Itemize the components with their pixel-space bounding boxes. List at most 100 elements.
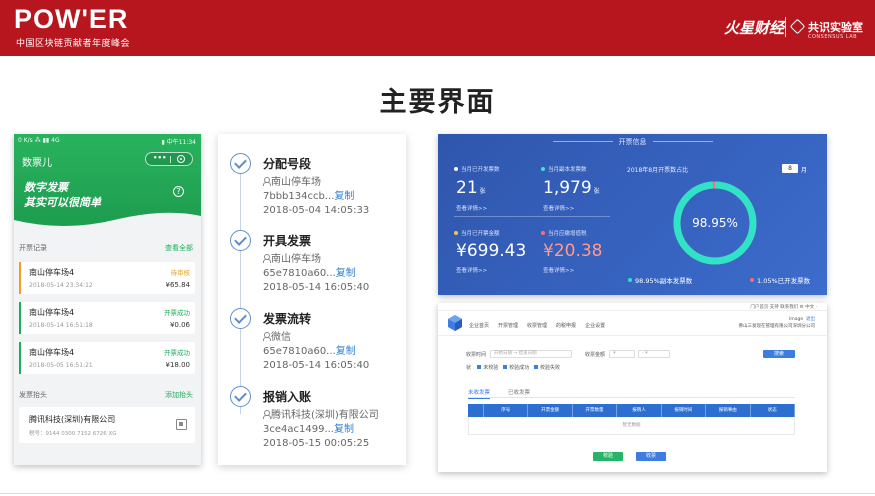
invoice-dashboard: 开票信息 当月已开发票数 21 张 查看详情>> 当月副本发票数 1,979 张 查… xyxy=(438,134,827,295)
amount-max-input[interactable]: - ¥ xyxy=(638,350,670,358)
column-header: 状态 xyxy=(751,404,795,417)
invoice-name: 南山停车场4 xyxy=(29,348,75,357)
check-label: 校验失败 xyxy=(539,365,560,371)
slogan-line1: 数字发票 xyxy=(24,181,68,194)
check-circle-icon xyxy=(230,153,251,174)
amount-min-input[interactable]: ¥ xyxy=(609,350,635,358)
stat-value: ¥699.43 xyxy=(456,241,527,261)
checkbox-icon[interactable] xyxy=(533,365,538,369)
help-icon[interactable]: ? xyxy=(173,186,184,197)
timeline-hash: 65e7810a60... xyxy=(263,346,336,357)
brand-subtitle: 中国区块链贡献者年度峰会 xyxy=(16,39,131,49)
checkbox-icon[interactable] xyxy=(477,365,482,369)
nav-item[interactable]: 开票管理 xyxy=(498,323,518,329)
nav-item[interactable]: 的税申报 xyxy=(556,323,576,329)
date-range-input[interactable]: 开始日期 → 结束日期 xyxy=(490,350,572,358)
qr-code-icon[interactable] xyxy=(176,419,187,430)
nav-item[interactable]: 企业设置 xyxy=(585,323,605,329)
column-header: 报销人 xyxy=(617,404,662,417)
view-details-link[interactable]: 查看详情>> xyxy=(543,204,574,212)
filter-status: 状 未校验 校验成功 校验失败 xyxy=(466,364,560,371)
copy-link[interactable]: 复制 xyxy=(334,424,354,435)
top-links[interactable]: 门户首页 支持 联系我们 ⚙ 中文 · xyxy=(750,304,817,310)
status-bar-accent xyxy=(19,342,21,374)
select-all-checkbox[interactable] xyxy=(468,404,484,417)
invoice-card[interactable]: 南山停车场4 2018-05-05 16:51:21 开票成功 ¥18.00 xyxy=(19,342,195,374)
invoice-time: 2018-05-14 16:51:18 xyxy=(29,322,93,329)
legend-item: 98.95%副本发票数 xyxy=(628,275,692,285)
status-bar-accent xyxy=(19,302,21,334)
tab-received[interactable]: 已收发票 xyxy=(508,390,530,396)
timeline-time: 2018-05-04 14:05:33 xyxy=(263,205,370,216)
phone-screenshot: 0 K/s ⁂ ▮▮ 4G ▮ 中午11:34 数票儿 ••• 数字发票 其实可… xyxy=(14,134,201,465)
partner-divider xyxy=(785,17,786,37)
legend-item: 1.05%已开发票数 xyxy=(750,275,810,285)
legend-dot-a xyxy=(628,278,632,282)
user-name: Image xyxy=(789,317,804,322)
records-title: 开票记录 xyxy=(19,244,47,252)
invoice-timeline: 分配号段 南山停车场 7bbb134ccb...复制 2018-05-04 14… xyxy=(218,134,406,465)
slogan-line2: 其实可以很简单 xyxy=(24,196,101,209)
invoice-card[interactable]: 南山停车场4 2018-05-14 23:34:12 待审核 ¥65.84 xyxy=(19,262,195,294)
nav-item[interactable]: 收票管理 xyxy=(527,323,547,329)
invoice-amount: ¥65.84 xyxy=(165,281,191,289)
partner-logo-consensus: 共识实验室 xyxy=(789,18,863,35)
titles-title: 发票抬头 xyxy=(19,391,47,399)
invoice-card[interactable]: 南山停车场4 2018-05-14 16:51:18 开票成功 ¥0.06 xyxy=(19,302,195,334)
filter-time-label: 收票时间 xyxy=(466,352,487,358)
status-bar: 0 K/s ⁂ ▮▮ 4G ▮ 中午11:34 xyxy=(14,134,201,148)
copy-link[interactable]: 复制 xyxy=(334,191,354,202)
check-label: 校验成功 xyxy=(509,365,530,371)
stat-dot xyxy=(541,167,545,171)
timeline-meta: 南山停车场 65e7810a60...复制 2018-05-14 16:05:4… xyxy=(263,253,369,295)
stat-label: 当月应缴增值税 xyxy=(541,229,587,237)
partner-b-subtitle: CONSENSUS LAB xyxy=(808,34,858,40)
stat-dot xyxy=(541,231,545,235)
copy-link[interactable]: 复制 xyxy=(336,268,356,279)
hexagon-icon xyxy=(789,18,806,35)
date-arrow: → xyxy=(513,351,518,356)
check-circle-icon xyxy=(230,230,251,251)
column-header: 报销时间 xyxy=(662,404,707,417)
page-title: 主要界面 xyxy=(379,87,496,118)
invoice-amount: ¥18.00 xyxy=(165,361,191,369)
view-details-link[interactable]: 查看详情>> xyxy=(543,266,574,274)
close-target-icon[interactable] xyxy=(177,155,185,163)
checkbox-icon[interactable] xyxy=(503,365,508,369)
miniapp-capsule[interactable]: ••• xyxy=(145,152,193,166)
logout-link[interactable]: 退出 xyxy=(806,317,815,322)
invoice-name: 南山停车场4 xyxy=(29,268,75,277)
add-title-link[interactable]: 添加抬头 xyxy=(165,390,193,400)
timeline-who: 南山停车场 xyxy=(271,177,321,188)
stat-label: 当月已开票金额 xyxy=(454,229,500,237)
table-empty: 暂无数据 xyxy=(468,417,795,435)
desktop-tabs: 未收发票 已收发票 xyxy=(468,388,530,399)
status-bar-accent xyxy=(19,262,21,294)
header-wave xyxy=(14,212,201,232)
invoice-title-card[interactable]: 腾讯科技(深圳)有限公司 税号：9144 0300 7152 6726 XG xyxy=(19,407,195,443)
timeline-who: 微信 xyxy=(271,332,291,343)
timeline-step: 报销入账 xyxy=(263,390,312,404)
company-name: 腾讯科技(深圳)有限公司 xyxy=(29,415,116,424)
nav-item[interactable]: 企业首页 xyxy=(469,323,489,329)
verify-button[interactable]: 校验 xyxy=(593,452,623,461)
stat-label: 当月已开发票数 xyxy=(454,165,500,173)
ring-percent-label: 98.95% xyxy=(692,216,738,230)
check-circle-icon xyxy=(230,386,251,407)
timeline-meta: 南山停车场 7bbb134ccb...复制 2018-05-04 14:05:3… xyxy=(263,176,369,218)
timeline-time: 2018-05-14 16:05:40 xyxy=(263,282,370,293)
brand-logo: POW'ER xyxy=(14,4,129,34)
search-button[interactable]: 搜索 xyxy=(763,350,795,358)
column-header: 报销事由 xyxy=(706,404,751,417)
tabs-divider xyxy=(468,397,795,398)
view-details-link[interactable]: 查看详情>> xyxy=(456,266,487,274)
check-label: 未校验 xyxy=(483,365,499,371)
view-all-link[interactable]: 查看全部 xyxy=(165,243,193,253)
view-details-link[interactable]: 查看详情>> xyxy=(456,204,487,212)
more-icon[interactable]: ••• xyxy=(153,154,166,162)
timeline-hash: 65e7810a60... xyxy=(263,268,336,279)
receive-button[interactable]: 收票 xyxy=(636,452,666,461)
copy-link[interactable]: 复制 xyxy=(336,346,356,357)
month-select[interactable]: 8 xyxy=(782,164,798,173)
month-ratio-label: 2018年8月开票数占比 xyxy=(627,167,689,174)
